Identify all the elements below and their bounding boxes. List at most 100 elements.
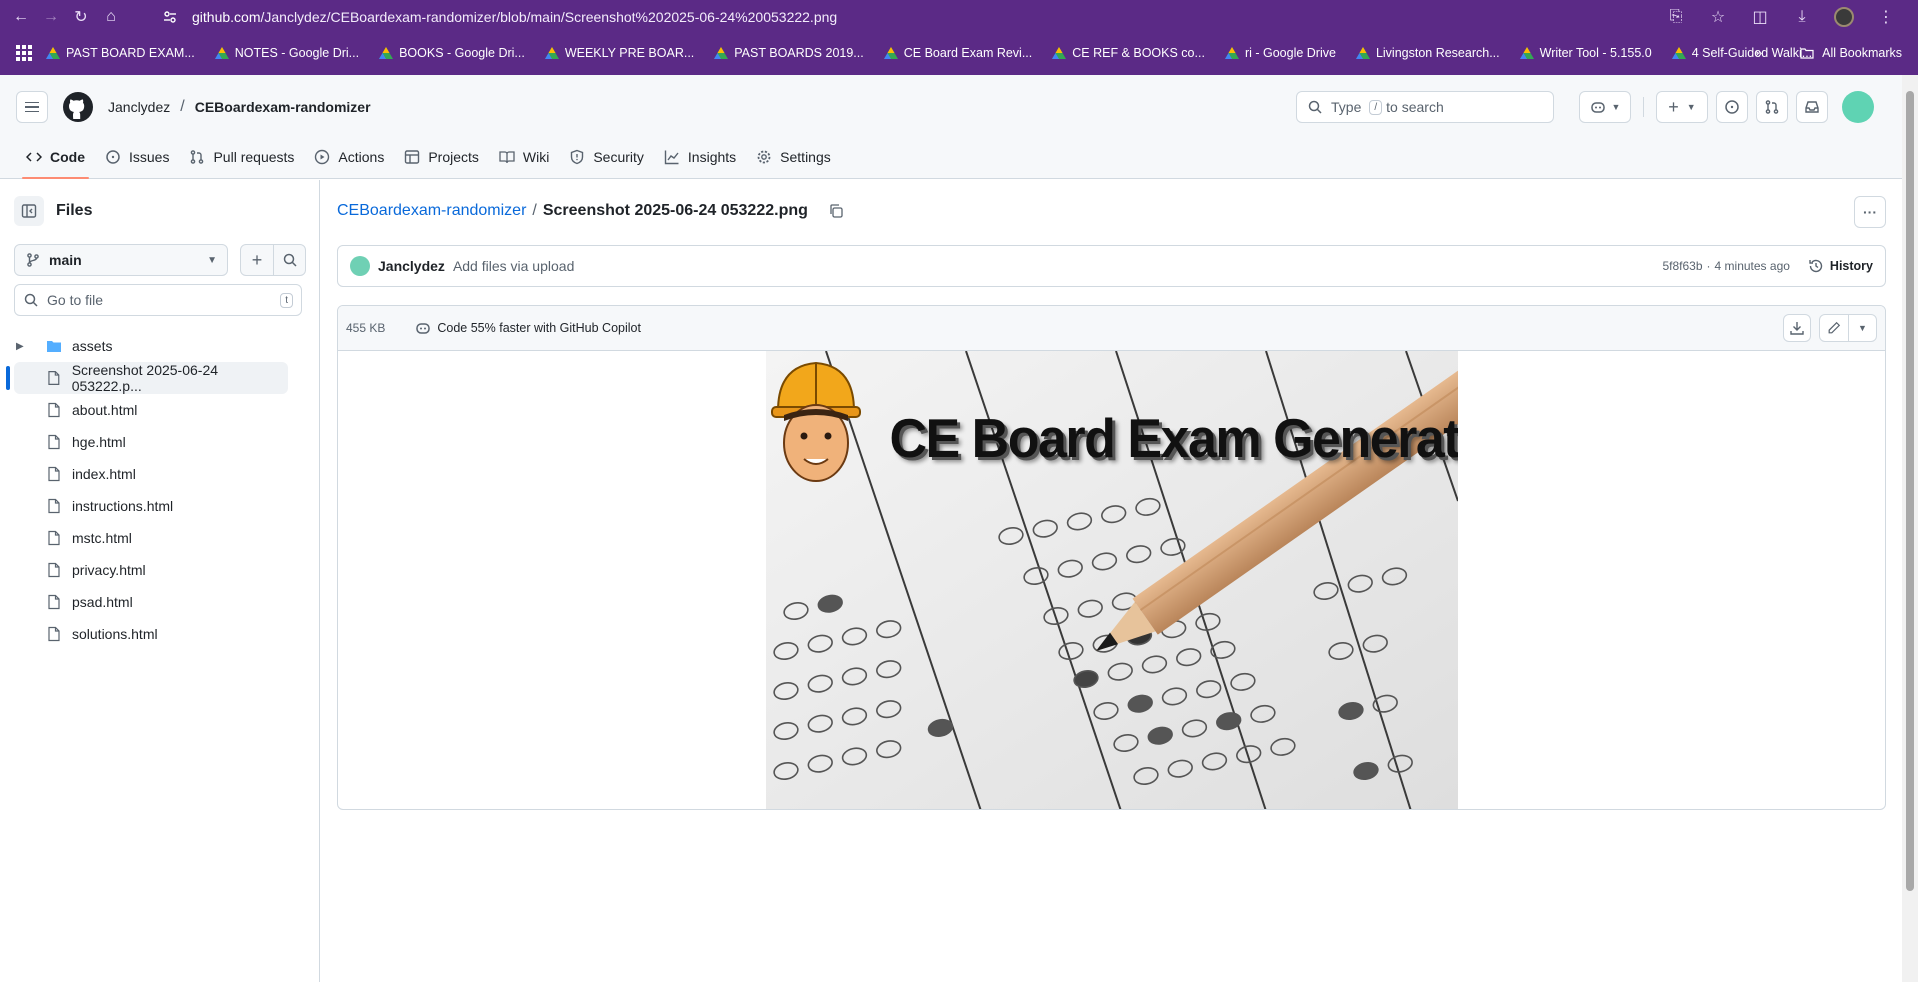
bookmark-item[interactable]: CE REF & BOOKS co... [1052, 46, 1205, 60]
back-icon[interactable]: ← [8, 4, 34, 30]
install-app-icon[interactable]: ⎘ [1662, 4, 1690, 30]
hamburger-menu-button[interactable] [16, 91, 48, 123]
file-view: CEBoardexam-randomizer / Screenshot 2025… [321, 180, 1918, 982]
history-button[interactable]: History [1808, 258, 1873, 274]
profile-avatar[interactable] [1830, 4, 1858, 30]
caret-down-icon: ▼ [1611, 102, 1621, 112]
github-logo-icon[interactable] [62, 91, 94, 123]
tab-code[interactable]: Code [16, 135, 95, 179]
git-branch-icon [27, 253, 39, 267]
go-to-file-shortcut-key: t [280, 292, 293, 308]
url-field[interactable]: github.com/Janclydez/CEBoardexam-randomi… [158, 3, 1678, 31]
bookmark-item[interactable]: NOTES - Google Dri... [214, 46, 360, 60]
reload-icon[interactable]: ↻ [68, 4, 94, 30]
tree-item-index-html[interactable]: index.html [0, 458, 320, 490]
edit-file-button[interactable] [1820, 315, 1848, 341]
bookmark-favicon-icon [544, 47, 559, 59]
chevron-right-icon[interactable]: ▶ [16, 341, 32, 352]
copilot-icon [416, 323, 431, 334]
create-new-button[interactable]: + ▼ [1656, 91, 1708, 123]
bookmark-star-icon[interactable]: ☆ [1704, 4, 1732, 30]
tree-item-mstc-html[interactable]: mstc.html [0, 522, 320, 554]
site-info-icon[interactable] [162, 9, 178, 25]
copilot-promo-link[interactable]: Code 55% faster with GitHub Copilot [415, 320, 641, 336]
bookmark-label: PAST BOARD EXAM... [66, 46, 195, 60]
search-suffix: to search [1386, 99, 1444, 115]
all-bookmarks[interactable]: » All Bookmarks [1755, 38, 1902, 68]
tab-pull-requests[interactable]: Pull requests [179, 135, 304, 179]
tab-label: Code [50, 149, 85, 165]
go-to-file-input[interactable]: Go to file t [14, 284, 302, 316]
graph-icon [664, 150, 679, 165]
user-avatar[interactable] [1842, 91, 1874, 123]
apps-grid-icon[interactable] [16, 45, 32, 61]
tree-item-privacy-html[interactable]: privacy.html [0, 554, 320, 586]
tab-wiki[interactable]: Wiki [489, 135, 559, 179]
copilot-promo-text: Code 55% faster with GitHub Copilot [437, 321, 641, 335]
download-icon[interactable]: ⤓ [1788, 4, 1816, 30]
inbox-button[interactable] [1796, 91, 1828, 123]
branch-selector[interactable]: main ▼ [14, 244, 228, 276]
search-files-button[interactable] [273, 245, 305, 275]
divider [1566, 97, 1567, 117]
file-icon [48, 594, 60, 610]
forward-icon[interactable]: → [38, 4, 64, 30]
tab-issues[interactable]: Issues [95, 135, 179, 179]
search-icon [1308, 100, 1322, 114]
tree-item-psad-html[interactable]: psad.html [0, 586, 320, 618]
commit-author-avatar[interactable] [350, 256, 370, 276]
search-input[interactable]: Type / to search [1296, 91, 1554, 123]
tab-label: Projects [428, 149, 479, 165]
tree-item-solutions-html[interactable]: solutions.html [0, 618, 320, 650]
bookmark-item[interactable]: CE Board Exam Revi... [883, 46, 1032, 60]
commit-sha[interactable]: 5f8f63b [1662, 259, 1702, 273]
page-scrollbar[interactable] [1902, 75, 1918, 982]
branch-name: main [49, 252, 82, 268]
search-icon [283, 253, 297, 267]
scrollbar-thumb[interactable] [1906, 91, 1914, 891]
bookmark-favicon-icon [214, 47, 229, 59]
collapse-sidebar-button[interactable] [14, 196, 44, 226]
repo-owner-link[interactable]: Janclydez [108, 99, 170, 115]
tree-item-about-html[interactable]: about.html [0, 394, 320, 426]
bookmark-item[interactable]: BOOKS - Google Dri... [379, 46, 525, 60]
bookmark-item[interactable]: ri - Google Drive [1224, 46, 1336, 60]
tree-item-screenshot[interactable]: Screenshot 2025-06-24 053222.p... [6, 362, 288, 394]
search-shortcut-key: / [1369, 99, 1383, 115]
extensions-icon[interactable]: ◫ [1746, 4, 1774, 30]
repo-name-link[interactable]: CEBoardexam-randomizer [195, 99, 371, 115]
browser-chrome: ← → ↻ ⌂ github.com/Janclydez/CEBoardexam… [0, 0, 1918, 75]
chevron-right-icon[interactable]: » [1755, 46, 1762, 60]
bookmark-item[interactable]: PAST BOARDS 2019... [714, 46, 864, 60]
bookmark-favicon-icon [883, 47, 898, 59]
bookmark-label: NOTES - Google Dri... [234, 46, 360, 60]
home-icon[interactable]: ⌂ [98, 4, 124, 30]
file-icon [48, 371, 60, 385]
tab-settings[interactable]: Settings [746, 135, 841, 179]
copilot-button[interactable]: ▼ [1579, 91, 1631, 123]
more-options-button[interactable]: ··· [1854, 196, 1886, 228]
tab-security[interactable]: Security [559, 135, 654, 179]
tab-label: Security [593, 149, 644, 165]
bookmark-item[interactable]: PAST BOARD EXAM... [46, 46, 195, 60]
commit-message[interactable]: Add files via upload [453, 258, 574, 274]
edit-options-dropdown[interactable]: ▼ [1848, 315, 1876, 341]
tree-item-hge-html[interactable]: hge.html [0, 426, 320, 458]
tree-item-assets[interactable]: ▶ assets [0, 330, 320, 362]
file-icon [48, 530, 60, 546]
bookmark-item[interactable]: WEEKLY PRE BOAR... [544, 46, 694, 60]
tab-insights[interactable]: Insights [654, 135, 746, 179]
repo-root-link[interactable]: CEBoardexam-randomizer [337, 202, 526, 220]
tab-actions[interactable]: Actions [304, 135, 394, 179]
copy-icon[interactable] [828, 203, 844, 219]
menu-kebab-icon[interactable]: ⋮ [1872, 4, 1900, 30]
download-raw-button[interactable] [1783, 314, 1811, 342]
pull-requests-button[interactable] [1756, 91, 1788, 123]
add-file-button[interactable]: + [241, 245, 273, 275]
bookmark-item[interactable]: Writer Tool - 5.155.0 [1519, 46, 1652, 60]
issues-button[interactable] [1716, 91, 1748, 123]
tab-projects[interactable]: Projects [394, 135, 489, 179]
bookmark-item[interactable]: Livingston Research... [1355, 46, 1500, 60]
tree-item-instructions-html[interactable]: instructions.html [0, 490, 320, 522]
commit-author[interactable]: Janclydez [378, 258, 445, 274]
